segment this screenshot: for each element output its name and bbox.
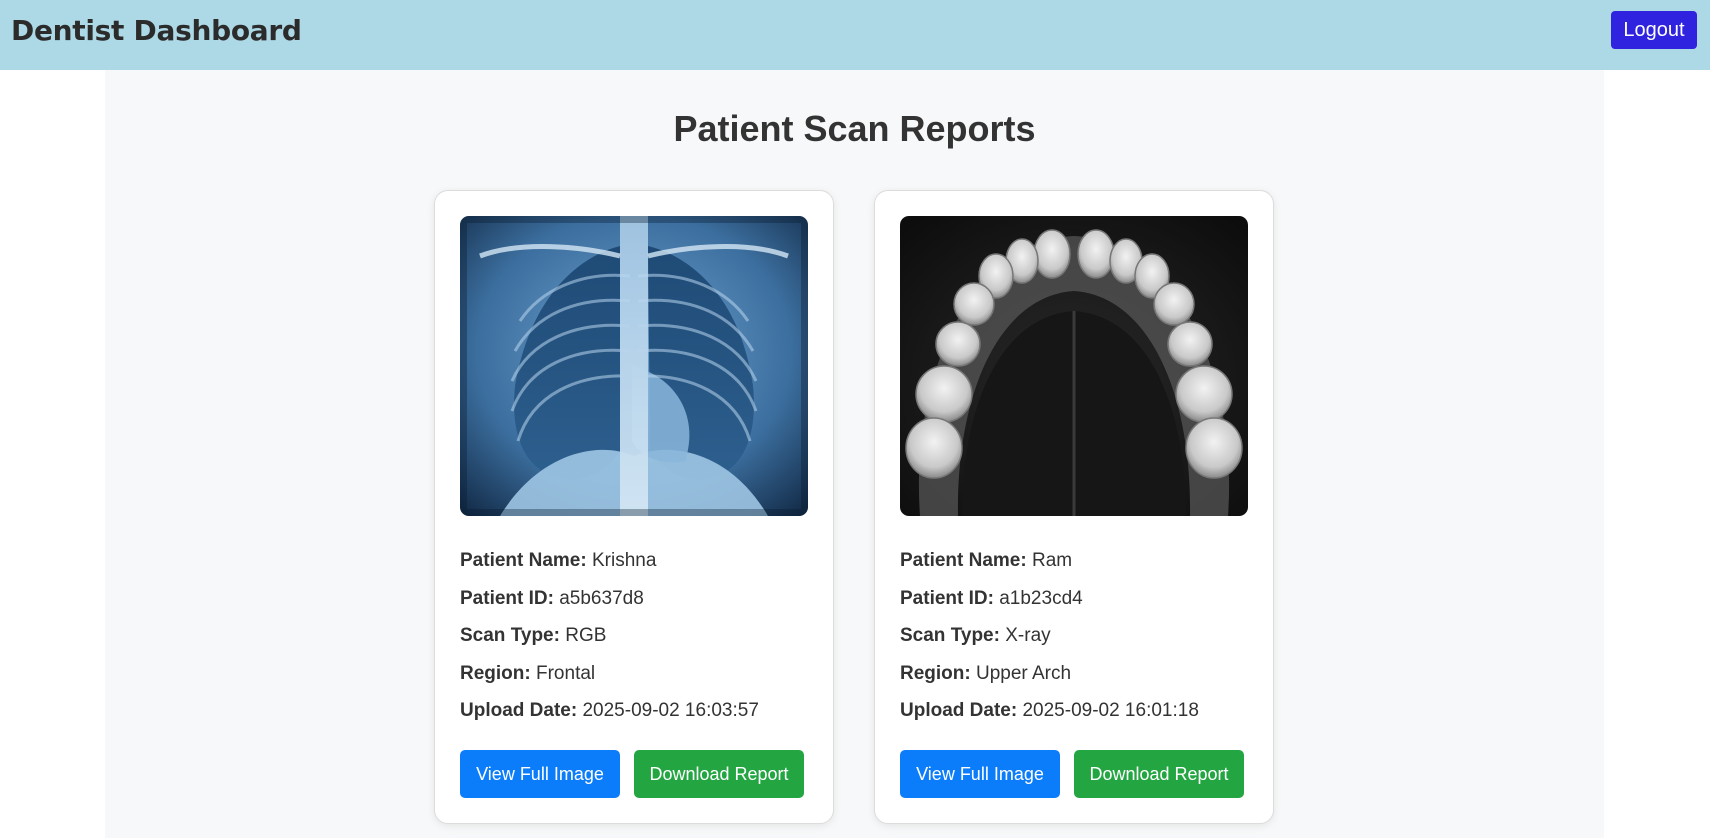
patient-id: Patient ID: a1b23cd4 xyxy=(900,587,1083,609)
app-title: Dentist Dashboard xyxy=(11,14,302,47)
patient-name: Patient Name: Krishna xyxy=(460,550,657,571)
logout-button[interactable]: Logout xyxy=(1611,11,1697,49)
upload-date: Upload Date: 2025-09-02 16:03:57 xyxy=(460,700,759,721)
top-header: Dentist Dashboard Logout xyxy=(0,0,1710,70)
scan-type: Scan Type: X-ray xyxy=(900,625,1051,646)
view-full-image-button[interactable]: View Full Image xyxy=(460,750,620,798)
upload-date: Upload Date: 2025-09-02 16:01:18 xyxy=(900,700,1199,721)
report-card: Patient Name: Krishna Patient ID: a5b637… xyxy=(434,190,834,824)
main-content: Patient Scan Reports Patient Name: Krish… xyxy=(105,70,1604,838)
scan-type: Scan Type: RGB xyxy=(460,625,607,646)
region: Region: Upper Arch xyxy=(900,662,1072,684)
download-report-button[interactable]: Download Report xyxy=(1074,750,1244,798)
report-card: Patient Name: Ram Patient ID: a1b23cd4 S… xyxy=(874,190,1274,824)
region: Region: Frontal xyxy=(460,662,596,684)
page-title: Patient Scan Reports xyxy=(673,108,1036,149)
patient-id: Patient ID: a5b637d8 xyxy=(460,587,644,609)
patient-name: Patient Name: Ram xyxy=(900,550,1073,571)
view-full-image-button[interactable]: View Full Image xyxy=(900,750,1060,798)
report-details: Patient Name: Krishna Patient ID: a5b637… xyxy=(460,549,810,737)
dental-arch-xray-image xyxy=(900,216,1248,516)
report-details: Patient Name: Ram Patient ID: a1b23cd4 S… xyxy=(900,549,1250,737)
chest-xray-image xyxy=(460,216,808,516)
download-report-button[interactable]: Download Report xyxy=(634,750,804,798)
